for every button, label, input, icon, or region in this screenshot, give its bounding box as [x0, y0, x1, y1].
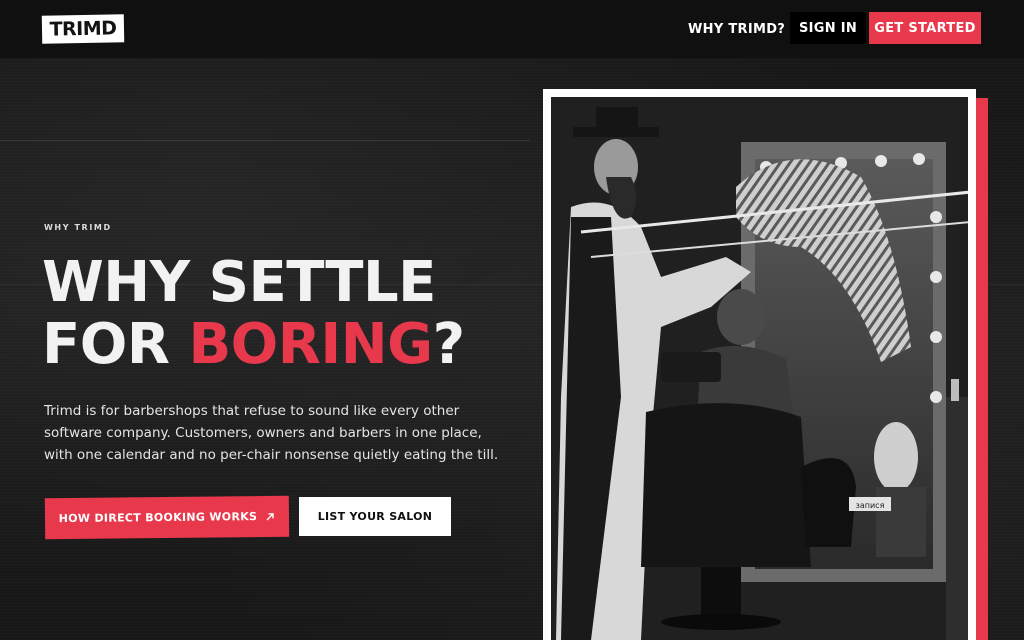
paper-crease: [0, 140, 530, 141]
top-navigation-bar: TRIMD WHY TRIMD? SIGN IN GET STARTED: [0, 0, 1024, 58]
get-started-button[interactable]: GET STARTED: [869, 12, 981, 44]
barbershop-photo: запися: [551, 97, 968, 640]
brand-logo[interactable]: TRIMD: [41, 14, 125, 44]
mirror-sign-text: запися: [856, 501, 885, 510]
hero-headline: WHY SETTLE FOR BORING?: [42, 252, 522, 376]
barbershop-scene-illustration: запися: [551, 97, 968, 640]
headline-line-2-prefix: FOR: [42, 312, 189, 377]
cta-primary-label: HOW DIRECT BOOKING WORKS: [58, 510, 258, 526]
hero-eyebrow: WHY TRIMD: [44, 223, 112, 232]
headline-line-1: WHY SETTLE: [42, 250, 436, 315]
hero-description: Trimd is for barbershops that refuse to …: [44, 403, 499, 463]
nav-why-trimd-link[interactable]: WHY TRIMD?: [688, 18, 785, 40]
list-your-salon-button[interactable]: LIST YOUR SALON: [299, 497, 451, 536]
arrow-up-right-icon: [266, 512, 274, 520]
headline-question-mark: ?: [432, 312, 465, 377]
headline-accent-word: BORING: [188, 312, 433, 377]
barbershop-photo-frame: запися: [543, 89, 976, 640]
sign-in-button[interactable]: SIGN IN: [790, 12, 866, 44]
how-direct-booking-works-button[interactable]: HOW DIRECT BOOKING WORKS: [44, 495, 290, 540]
